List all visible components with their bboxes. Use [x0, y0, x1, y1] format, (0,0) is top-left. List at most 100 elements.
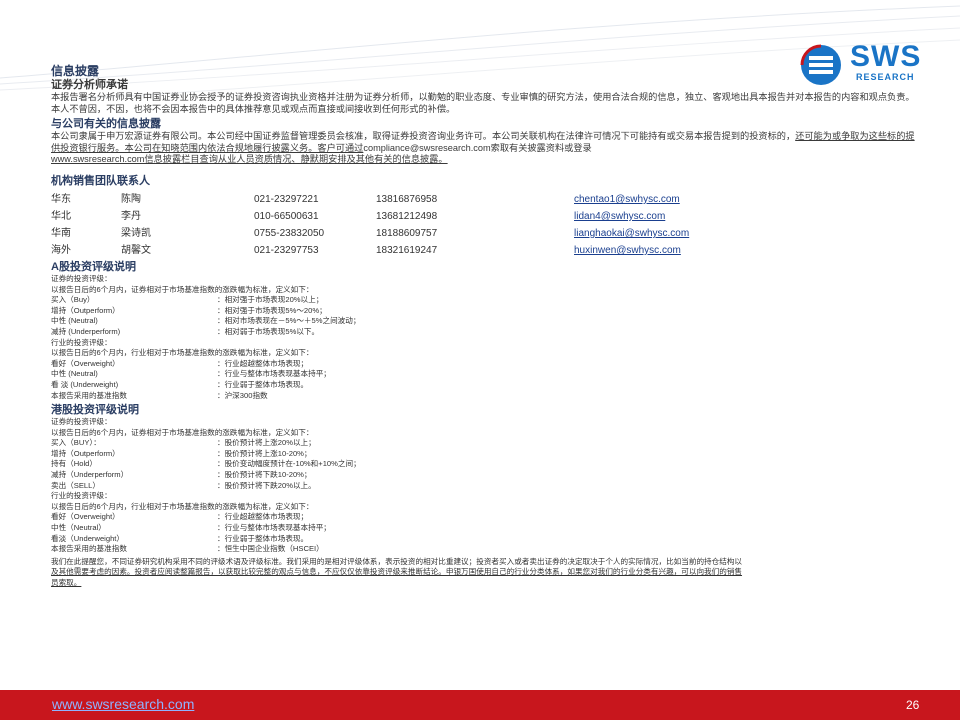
rating-row: 买入（Buy） ：相对强于市场表现20%以上； [51, 295, 921, 306]
contact-name: 梁诗凯 [121, 227, 151, 239]
contact-region: 华南 [51, 227, 71, 239]
contact-email[interactable]: lianghaokai@swhysc.com [574, 225, 689, 242]
rating-name: 增持（Outperform） [51, 448, 120, 458]
a-stock-rating-label: 证券的投资评级： [51, 273, 112, 283]
rating-definition: ：相对弱于市场表现5%以下。 [217, 326, 320, 336]
hk-industry-ratings: 看好（Overweight） ：行业超越整体市场表现； 中性（Neutral） ：行业… [51, 512, 921, 554]
rating-definition: ：行业弱于整体市场表现。 [217, 379, 309, 389]
contacts-table: 华东 陈陶 021-23297221 13816876958 chentao1@swhy… [51, 191, 921, 259]
contact-mobile: 18321619247 [376, 244, 438, 256]
page-title: 信息披露 [51, 64, 100, 78]
rating-name: 本报告采用的基准指数 [51, 544, 127, 554]
rating-name: 看 淡 (Underweight) [51, 379, 119, 389]
contact-region: 华北 [51, 210, 71, 222]
rating-row: 中性 (Neutral) ：行业与整体市场表现基本持平； [51, 369, 921, 380]
rating-row: 卖出（SELL） ：股价预计将下跌20%以上。 [51, 481, 921, 492]
rating-row: 本报告采用的基准指数 ：恒生中国企业指数（HSCEI） [51, 544, 921, 555]
contact-row: 华南 梁诗凯 0755-23832050 18188609757 lianghaokai… [51, 225, 921, 242]
contact-phone: 010-66500631 [254, 210, 319, 222]
rating-definition: ：相对市场表现在－5%～＋5%之间波动； [217, 316, 361, 326]
rating-definition: ：行业超越整体市场表现； [217, 512, 309, 522]
analyst-commitment-heading: 证券分析师承诺 [51, 79, 128, 91]
rating-row: 中性 (Neutral) ：相对市场表现在－5%～＋5%之间波动； [51, 316, 921, 327]
rating-definition: ：相对强于市场表现5%～20%； [217, 305, 327, 315]
rating-row: 看淡（Underweight） ：行业弱于整体市场表现。 [51, 534, 921, 545]
a-stock-ratings: 买入（Buy） ：相对强于市场表现20%以上； 增持（Outperform） ：相对强… [51, 295, 921, 337]
hk-stock-ratings: 买入（BUY）： ：股价预计将上涨20%以上； 增持（Outperform） ：股价预… [51, 438, 921, 491]
contact-mobile: 18188609757 [376, 227, 438, 239]
rating-name: 增持（Outperform） [51, 305, 120, 315]
contact-row: 华北 李丹 010-66500631 13681212498 lidan4@swhysc… [51, 208, 921, 225]
a-share-rating-heading: A股投资评级说明 [51, 260, 136, 273]
contact-mobile: 13681212498 [376, 210, 438, 222]
contact-name: 胡馨文 [121, 244, 151, 256]
page-number: 26 [906, 698, 920, 712]
contacts-heading: 机构销售团队联系人 [51, 174, 150, 187]
rating-name: 中性 (Neutral) [51, 369, 98, 379]
rating-row: 增持（Outperform） ：相对强于市场表现5%～20%； [51, 306, 921, 317]
hk-share-rating-heading: 港股投资评级说明 [51, 404, 139, 417]
rating-row: 减持 (Underperform) ：相对弱于市场表现5%以下。 [51, 327, 921, 338]
rating-row: 看好（Overweight） ：行业超越整体市场表现； [51, 512, 921, 523]
related-info-heading: 与公司有关的信息披露 [51, 118, 161, 131]
rating-name: 本报告采用的基准指数 [51, 390, 127, 400]
rating-name: 卖出（SELL） [51, 480, 100, 490]
rating-row: 中性（Neutral） ：行业与整体市场表现基本持平； [51, 523, 921, 534]
rating-definition: ：恒生中国企业指数（HSCEI） [217, 544, 324, 554]
contact-region: 华东 [51, 193, 71, 205]
rating-name: 中性 (Neutral) [51, 316, 98, 326]
contact-email[interactable]: chentao1@swhysc.com [574, 191, 680, 208]
analyst-commitment-text: 本报告署名分析师具有中国证券业协会授予的证券投资咨询执业资格并注册为证券分析师，… [51, 92, 915, 114]
rating-name: 持有（Hold） [51, 459, 97, 469]
rating-definition: ：股价预计将下跌20%以上。 [217, 480, 316, 490]
rating-name: 买入（BUY）： [51, 438, 101, 448]
contact-email[interactable]: lidan4@swhysc.com [574, 208, 665, 225]
rating-name: 看好（Overweight） [51, 512, 120, 522]
rating-note: 我们在此提醒您，不同证券研究机构采用不同的评级术语及评级标准。我们采用的是相对评… [51, 556, 743, 587]
rating-definition: ：行业弱于整体市场表现。 [217, 533, 309, 543]
a-industry-ratings: 看好（Overweight） ：行业超越整体市场表现； 中性 (Neutral) ：行… [51, 359, 921, 401]
rating-definition: ：股价预计将上涨10-20%； [217, 448, 312, 458]
contact-phone: 021-23297221 [254, 193, 319, 205]
footer-website-link[interactable]: www.swsresearch.com [52, 696, 194, 712]
disclosure-content: 信息披露 证券分析师承诺 本报告署名分析师具有中国证券业协会授予的证券投资咨询执… [51, 64, 921, 589]
contact-name: 李丹 [121, 210, 141, 222]
rating-row: 持有（Hold） ：股价变动幅度预计在-10%和+10%之间； [51, 459, 921, 470]
footer-bar: www.swsresearch.com 26 [0, 690, 960, 720]
rating-row: 买入（BUY）： ：股价预计将上涨20%以上； [51, 438, 921, 449]
swsresearch-disclosure-link[interactable]: www.swsresearch.com信息披露栏目查询从业人员资质情况、静默期安… [51, 154, 448, 164]
contact-region: 海外 [51, 244, 71, 256]
a-stock-rating-desc: 以报告日后的6个月内，证券相对于市场基准指数的涨跌幅为标准，定义如下： [51, 284, 314, 294]
rating-row: 减持（Underperform） ：股价预计将下跌10-20%； [51, 470, 921, 481]
rating-name: 买入（Buy） [51, 295, 95, 305]
rating-definition: ：行业超越整体市场表现； [217, 358, 309, 368]
rating-definition: ：股价预计将下跌10-20%； [217, 470, 312, 480]
hk-industry-rating-label: 行业的投资评级： [51, 491, 112, 501]
rating-definition: ：行业与整体市场表现基本持平； [217, 523, 331, 533]
contact-name: 陈陶 [121, 193, 141, 205]
rating-name: 减持（Underperform） [51, 470, 129, 480]
hk-stock-rating-label: 证券的投资评级： [51, 417, 112, 427]
rating-name: 看好（Overweight） [51, 358, 120, 368]
contact-phone: 0755-23832050 [254, 227, 325, 239]
contact-row: 华东 陈陶 021-23297221 13816876958 chentao1@swhy… [51, 191, 921, 208]
rating-definition: ：沪深300指数 [217, 390, 268, 400]
rating-row: 看好（Overweight） ：行业超越整体市场表现； [51, 359, 921, 370]
contact-email[interactable]: huxinwen@swhysc.com [574, 242, 681, 259]
rating-row: 看 淡 (Underweight) ：行业弱于整体市场表现。 [51, 380, 921, 391]
contact-mobile: 13816876958 [376, 193, 438, 205]
rating-definition: ：相对强于市场表现20%以上； [217, 295, 324, 305]
contact-phone: 021-23297753 [254, 244, 319, 256]
related-info-text: 本公司隶属于申万宏源证券有限公司。本公司经中国证券监督管理委员会核准，取得证券投… [51, 131, 915, 165]
rating-name: 减持 (Underperform) [51, 326, 121, 336]
contact-row: 海外 胡馨文 021-23297753 18321619247 huxinwen@swh… [51, 242, 921, 259]
rating-definition: ：股价预计将上涨20%以上； [217, 438, 316, 448]
hk-industry-rating-desc: 以报告日后的6个月内，行业相对于市场基准指数的涨跌幅为标准，定义如下： [51, 501, 314, 511]
a-industry-rating-label: 行业的投资评级： [51, 337, 112, 347]
rating-definition: ：行业与整体市场表现基本持平； [217, 369, 331, 379]
hk-stock-rating-desc: 以报告日后的6个月内，证券相对于市场基准指数的涨跌幅为标准，定义如下： [51, 427, 314, 437]
a-industry-rating-desc: 以报告日后的6个月内，行业相对于市场基准指数的涨跌幅为标准，定义如下： [51, 348, 314, 358]
rating-name: 中性（Neutral） [51, 523, 106, 533]
rating-name: 看淡（Underweight） [51, 533, 125, 543]
rating-row: 本报告采用的基准指数 ：沪深300指数 [51, 391, 921, 402]
